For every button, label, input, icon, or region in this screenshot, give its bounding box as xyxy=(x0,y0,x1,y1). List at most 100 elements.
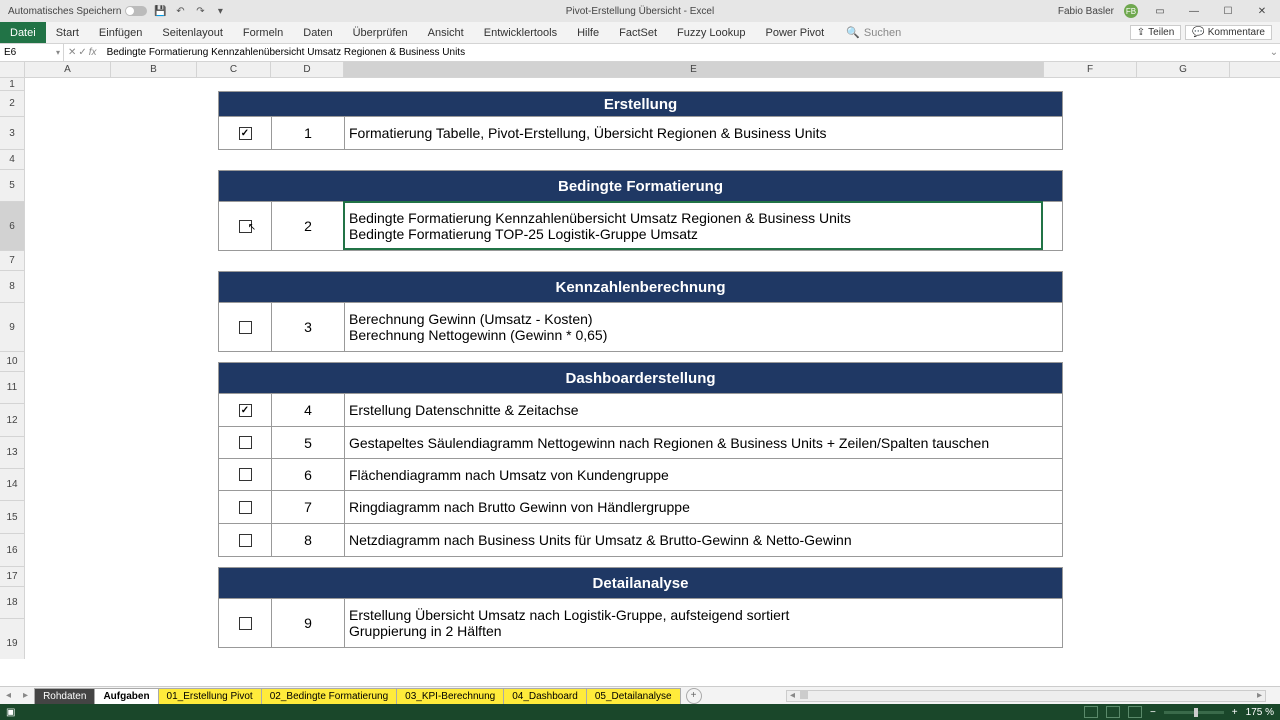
checkbox[interactable] xyxy=(239,534,252,547)
task-description: Netzdiagramm nach Business Units für Ums… xyxy=(345,524,1062,556)
ribbon-tab-hilfe[interactable]: Hilfe xyxy=(567,22,609,43)
tab-nav-next-icon[interactable]: ▸ xyxy=(17,690,34,701)
row-header-3[interactable]: 3 xyxy=(0,117,24,150)
close-icon[interactable]: ✕ xyxy=(1250,3,1274,19)
ribbon-tab-entwicklertools[interactable]: Entwicklertools xyxy=(474,22,567,43)
col-header-B[interactable]: B xyxy=(111,62,197,77)
save-icon[interactable]: 💾 xyxy=(153,4,167,18)
record-macro-icon[interactable]: ▣ xyxy=(0,707,15,718)
task-row: 5Gestapeltes Säulendiagramm Nettogewinn … xyxy=(218,427,1063,459)
new-sheet-button[interactable]: + xyxy=(686,688,702,704)
checkbox[interactable] xyxy=(239,617,252,630)
horizontal-scrollbar[interactable]: ◂ ▸ xyxy=(786,690,1266,702)
task-description: Bedingte Formatierung Kennzahlenübersich… xyxy=(345,202,1062,250)
checkbox-cell xyxy=(219,599,272,647)
select-all-corner[interactable] xyxy=(0,62,25,77)
row-header-1[interactable]: 1 xyxy=(0,78,24,91)
tab-nav-prev-icon[interactable]: ◂ xyxy=(0,690,17,701)
row-header-18[interactable]: 18 xyxy=(0,587,24,619)
row-header-6[interactable]: 6 xyxy=(0,202,24,251)
ribbon-tab-ansicht[interactable]: Ansicht xyxy=(418,22,474,43)
sheet-tab-aufgaben[interactable]: Aufgaben xyxy=(94,688,158,704)
checkbox-cell xyxy=(219,491,272,523)
fx-icon[interactable]: fx xyxy=(89,47,97,58)
scroll-right-icon[interactable]: ▸ xyxy=(1254,690,1265,701)
ribbon-tab-start[interactable]: Start xyxy=(46,22,89,43)
user-avatar[interactable]: FB xyxy=(1124,4,1138,18)
task-number: 8 xyxy=(272,524,345,556)
cancel-icon[interactable]: ✕ xyxy=(68,47,76,58)
ribbon-tab-fuzzy lookup[interactable]: Fuzzy Lookup xyxy=(667,22,755,43)
row-header-15[interactable]: 15 xyxy=(0,501,24,534)
col-header-D[interactable]: D xyxy=(271,62,344,77)
checkbox[interactable] xyxy=(239,468,252,481)
col-header-C[interactable]: C xyxy=(197,62,271,77)
zoom-slider[interactable] xyxy=(1164,711,1224,714)
maximize-icon[interactable]: ☐ xyxy=(1216,3,1240,19)
col-header-G[interactable]: G xyxy=(1137,62,1230,77)
share-button[interactable]: ⇪Teilen xyxy=(1130,25,1182,40)
search-box[interactable]: 🔍 Suchen xyxy=(846,26,901,39)
row-header-4[interactable]: 4 xyxy=(0,150,24,170)
expand-formula-icon[interactable]: ⌄ xyxy=(1268,47,1280,58)
col-header-F[interactable]: F xyxy=(1044,62,1137,77)
row-header-17[interactable]: 17 xyxy=(0,567,24,587)
scroll-left-icon[interactable]: ◂ xyxy=(787,690,798,701)
ribbon-tab-seitenlayout[interactable]: Seitenlayout xyxy=(152,22,233,43)
ribbon-tab-einfügen[interactable]: Einfügen xyxy=(89,22,152,43)
checkbox[interactable]: ✓ xyxy=(239,404,252,417)
share-icon: ⇪ xyxy=(1137,27,1145,38)
row-header-2[interactable]: 2 xyxy=(0,91,24,117)
sheet-tab-05_detailanalyse[interactable]: 05_Detailanalyse xyxy=(586,688,681,704)
ribbon-tab-power pivot[interactable]: Power Pivot xyxy=(756,22,835,43)
row-header-19[interactable]: 19 xyxy=(0,619,24,659)
sheet-tab-03_kpi-berechnung[interactable]: 03_KPI-Berechnung xyxy=(396,688,504,704)
checkbox[interactable]: ✓ xyxy=(239,127,252,140)
row-header-7[interactable]: 7 xyxy=(0,251,24,271)
enter-icon[interactable]: ✓ xyxy=(78,47,86,58)
undo-icon[interactable]: ↶ xyxy=(173,4,187,18)
ribbon-tab-datei[interactable]: Datei xyxy=(0,22,46,43)
cells-area[interactable]: Erstellung✓1Formatierung Tabelle, Pivot-… xyxy=(25,78,1280,659)
formula-bar: E6 ✕ ✓ fx Bedingte Formatierung Kennzahl… xyxy=(0,44,1280,62)
row-header-5[interactable]: 5 xyxy=(0,170,24,202)
ribbon-display-icon[interactable]: ▭ xyxy=(1148,3,1172,19)
row-header-14[interactable]: 14 xyxy=(0,469,24,501)
page-break-icon[interactable] xyxy=(1128,706,1142,718)
autosave-toggle[interactable]: Automatisches Speichern xyxy=(8,6,147,17)
row-header-11[interactable]: 11 xyxy=(0,372,24,404)
column-headers: ABCDEFG xyxy=(0,62,1280,78)
row-header-16[interactable]: 16 xyxy=(0,534,24,567)
row-header-13[interactable]: 13 xyxy=(0,437,24,469)
qat-dropdown-icon[interactable]: ▾ xyxy=(213,4,227,18)
sheet-tab-02_bedingte formatierung[interactable]: 02_Bedingte Formatierung xyxy=(261,688,397,704)
sheet-tab-01_erstellung pivot[interactable]: 01_Erstellung Pivot xyxy=(158,688,262,704)
ribbon-tab-factset[interactable]: FactSet xyxy=(609,22,667,43)
username[interactable]: Fabio Basler xyxy=(1058,6,1114,17)
row-header-9[interactable]: 9 xyxy=(0,303,24,352)
col-header-A[interactable]: A xyxy=(25,62,111,77)
ribbon-tab-daten[interactable]: Daten xyxy=(293,22,342,43)
col-header-E[interactable]: E xyxy=(344,62,1044,77)
row-header-10[interactable]: 10 xyxy=(0,352,24,372)
normal-view-icon[interactable] xyxy=(1084,706,1098,718)
row-header-12[interactable]: 12 xyxy=(0,404,24,437)
zoom-in-icon[interactable]: + xyxy=(1232,707,1238,718)
block-dashboarderstellung: Dashboarderstellung✓4Erstellung Datensch… xyxy=(218,362,1063,557)
page-layout-icon[interactable] xyxy=(1106,706,1120,718)
checkbox[interactable] xyxy=(239,436,252,449)
comments-button[interactable]: 💬Kommentare xyxy=(1185,25,1272,40)
sheet-tab-rohdaten[interactable]: Rohdaten xyxy=(34,688,95,704)
redo-icon[interactable]: ↷ xyxy=(193,4,207,18)
zoom-level[interactable]: 175 % xyxy=(1246,707,1274,718)
row-header-8[interactable]: 8 xyxy=(0,271,24,303)
minimize-icon[interactable]: — xyxy=(1182,3,1206,19)
zoom-out-icon[interactable]: − xyxy=(1150,707,1156,718)
ribbon-tab-überprüfen[interactable]: Überprüfen xyxy=(343,22,418,43)
name-box[interactable]: E6 xyxy=(0,44,64,61)
sheet-tab-04_dashboard[interactable]: 04_Dashboard xyxy=(503,688,587,704)
checkbox[interactable] xyxy=(239,501,252,514)
checkbox[interactable] xyxy=(239,321,252,334)
ribbon-tab-formeln[interactable]: Formeln xyxy=(233,22,293,43)
formula-input[interactable]: Bedingte Formatierung Kennzahlenübersich… xyxy=(101,44,1268,61)
